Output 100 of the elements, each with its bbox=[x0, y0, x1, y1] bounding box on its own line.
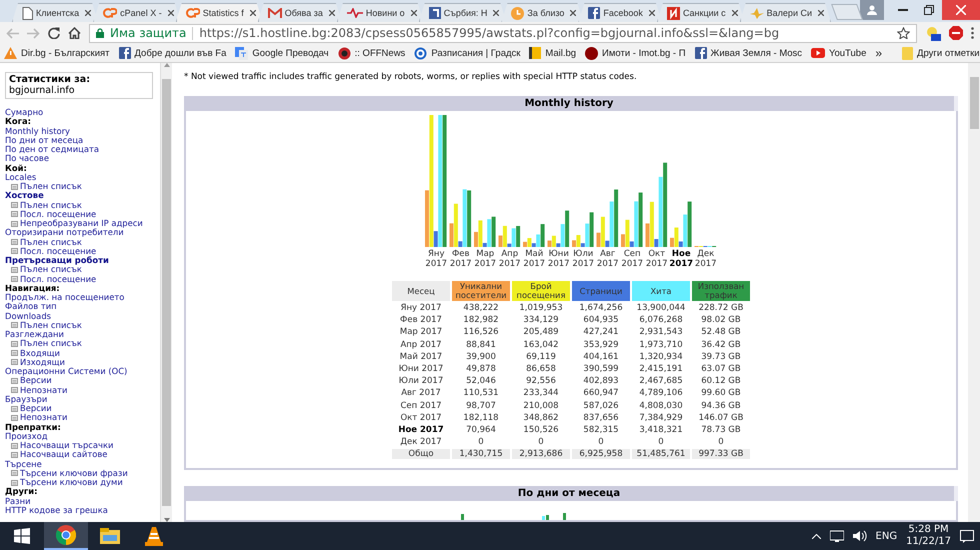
table-cell-text: 2,931,543 bbox=[638, 327, 684, 338]
sidebar-link[interactable]: Операционни Системи (ОС) bbox=[5, 367, 160, 376]
table-cell: 2,913,686 bbox=[512, 449, 570, 460]
browser-tab[interactable]: Сърбия: Н bbox=[418, 3, 506, 22]
year-label: 2017 bbox=[669, 259, 694, 269]
table-cell-text: Май 2017 bbox=[398, 352, 444, 362]
table-cell-text: Сеп 2017 bbox=[399, 400, 443, 411]
year-label: 2017 bbox=[474, 259, 496, 269]
section-title: По дни от месеца bbox=[184, 486, 958, 501]
sidebar-link[interactable]: По ден от седмицата bbox=[5, 145, 160, 154]
month-label: Яну bbox=[428, 249, 444, 259]
table-cell-text: 210,008 bbox=[522, 400, 560, 411]
sidebar-link[interactable]: Търсени ключови фрази bbox=[20, 468, 128, 478]
browser-tab[interactable]: Statistics f bbox=[176, 3, 263, 22]
sidebar-link[interactable]: Пълен списък bbox=[20, 238, 82, 247]
column-header: Използван трафик bbox=[692, 281, 750, 301]
table-cell-text: Юни 2017 bbox=[398, 364, 444, 374]
browser-tab[interactable]: Клиентска bbox=[12, 3, 98, 22]
column-header: Страници bbox=[572, 281, 630, 301]
table-cell-text: 63.07 GB bbox=[700, 364, 742, 374]
table-cell-text: 98.02 GB bbox=[700, 315, 742, 326]
footnote: * Not viewed traffic includes traffic generated by robots, worms, or replies with special HTTP status codes. bbox=[184, 72, 638, 82]
table-cell-text: 110,531 bbox=[462, 388, 500, 398]
language-indicator[interactable]: ENG bbox=[876, 530, 898, 542]
sidebar-link[interactable]: По часове bbox=[5, 154, 160, 164]
bookmark-link[interactable]: Mail.bg bbox=[529, 47, 576, 59]
table-cell-text: 49,878 bbox=[465, 364, 497, 374]
sidebar-link[interactable]: Търсене bbox=[5, 460, 160, 469]
sidebar-link[interactable]: Претърсващи роботи bbox=[5, 256, 160, 266]
browser-tab[interactable]: За близо bbox=[501, 3, 584, 22]
more-bookmarks-button[interactable]: » bbox=[875, 46, 882, 60]
year-label: 2017 bbox=[596, 259, 619, 269]
address-field[interactable]: Има защита https://s1.hostline.bg:2083/cpsess0565857995/awstats.pl?config=bgjournal.info&ssl=&lang=bg bbox=[89, 24, 917, 42]
table-cell-text: 92,556 bbox=[525, 376, 557, 386]
table-cell-text: 334,129 bbox=[522, 315, 560, 326]
bookmark-link[interactable]: Живая Земля - Mosc bbox=[694, 47, 802, 59]
sidebar-link[interactable]: Сумарно bbox=[5, 108, 160, 118]
table-cell-text: 52.48 GB bbox=[700, 327, 742, 338]
sidebar-link[interactable]: Непознати bbox=[20, 413, 68, 422]
sidebar-link[interactable]: Входящи bbox=[20, 348, 60, 358]
month-label: Май bbox=[525, 249, 544, 259]
browser-tab[interactable]: Санкции с bbox=[656, 3, 745, 22]
sidebar-link[interactable]: HTTP кодове за грешка bbox=[5, 506, 160, 515]
sidebar-link[interactable]: Пълен списък bbox=[20, 200, 82, 210]
month-label: Юни bbox=[548, 249, 569, 259]
sidebar-link[interactable]: Изходящи bbox=[20, 358, 65, 367]
sidebar-link[interactable]: Търсени ключови думи bbox=[20, 478, 123, 488]
sidebar-link[interactable]: Непознати bbox=[20, 386, 68, 395]
sidebar-link[interactable]: Произход bbox=[5, 432, 160, 441]
clock[interactable]: 5:28 PM 11/22/17 bbox=[906, 524, 951, 548]
table-cell-text: Авг 2017 bbox=[400, 388, 442, 398]
bookmark-link[interactable]: Dir.bg - Българският bbox=[4, 47, 110, 59]
table-cell-text: 70,964 bbox=[465, 424, 497, 436]
sidebar-link[interactable]: Непреобразувани IP адреси bbox=[20, 219, 143, 228]
browser-tab[interactable]: Валери Си bbox=[740, 3, 831, 22]
table-cell-text: Дек 2017 bbox=[399, 437, 443, 448]
table-cell-text: 3,418,321 bbox=[638, 424, 684, 436]
sidebar-link[interactable]: Версии bbox=[20, 376, 52, 386]
sidebar-link[interactable]: Downloads bbox=[5, 312, 160, 321]
table-cell-text: 353,929 bbox=[582, 340, 620, 350]
sidebar-link[interactable]: Пълен списък bbox=[20, 339, 82, 348]
sidebar-link[interactable]: Пълен списък bbox=[20, 265, 82, 274]
browser-tab[interactable]: cPanel X - bbox=[93, 3, 181, 22]
sidebar-link[interactable]: Пълен списък bbox=[20, 182, 82, 192]
year-label: 2017 bbox=[450, 259, 472, 269]
sidebar-link[interactable]: По дни от месеца bbox=[5, 136, 160, 145]
sidebar-link[interactable]: Разни bbox=[5, 496, 160, 506]
bookmark-link[interactable]: Разписания | Градск bbox=[414, 46, 520, 60]
bookmark-link[interactable]: Добре дошли във Fa bbox=[118, 47, 226, 59]
sidebar-link[interactable]: Файлов тип bbox=[5, 302, 160, 312]
bookmark-link[interactable]: :: OFFNews bbox=[338, 46, 406, 60]
table-cell-text: 587,026 bbox=[582, 400, 620, 411]
table-cell-text: 0 bbox=[657, 437, 665, 448]
table-cell-text: 390,599 bbox=[582, 364, 620, 374]
sidebar-link[interactable]: Monthly history bbox=[5, 126, 160, 136]
sidebar-link[interactable]: Locales bbox=[5, 172, 160, 182]
sidebar-heading: Препратки: bbox=[5, 422, 62, 432]
bookmark-link[interactable]: YouTube bbox=[811, 48, 866, 58]
sidebar-link[interactable]: Посл. посещение bbox=[20, 210, 96, 219]
browser-tab[interactable]: Новини о bbox=[336, 3, 424, 22]
browser-tab[interactable]: Facebook bbox=[578, 3, 662, 22]
sidebar-link[interactable]: Браузъри bbox=[5, 394, 160, 404]
month-label: Окт bbox=[648, 249, 666, 259]
sidebar-link[interactable]: Версии bbox=[20, 404, 52, 414]
sidebar-link[interactable]: Насочващи търсачки bbox=[20, 441, 114, 450]
bookmark-link[interactable]: Имоти - Imot.bg - П bbox=[585, 46, 686, 60]
table-cell-text: 660,947 bbox=[582, 388, 620, 398]
bookmark-folder[interactable]: Други отметки bbox=[902, 46, 980, 60]
sidebar-link[interactable]: Посл. посещение bbox=[20, 274, 96, 284]
sidebar-link[interactable]: Посл. посещение bbox=[20, 246, 96, 256]
bookmark-link[interactable]: Google Преводач bbox=[235, 46, 329, 60]
sidebar-link[interactable]: Продълж. на посещението bbox=[5, 293, 160, 302]
month-label: Ное bbox=[672, 249, 691, 259]
sidebar-link[interactable]: Насочващи сайтове bbox=[20, 450, 108, 460]
browser-tab[interactable]: Обява за bbox=[258, 3, 342, 22]
table-cell-text: 4,789,106 bbox=[638, 388, 684, 398]
sidebar-link[interactable]: Разглеждани bbox=[5, 330, 160, 340]
sidebar-link[interactable]: Хостове bbox=[5, 191, 160, 200]
sidebar-link[interactable]: Оторизирани потребители bbox=[5, 228, 160, 238]
sidebar-link[interactable]: Пълен списък bbox=[20, 320, 82, 330]
